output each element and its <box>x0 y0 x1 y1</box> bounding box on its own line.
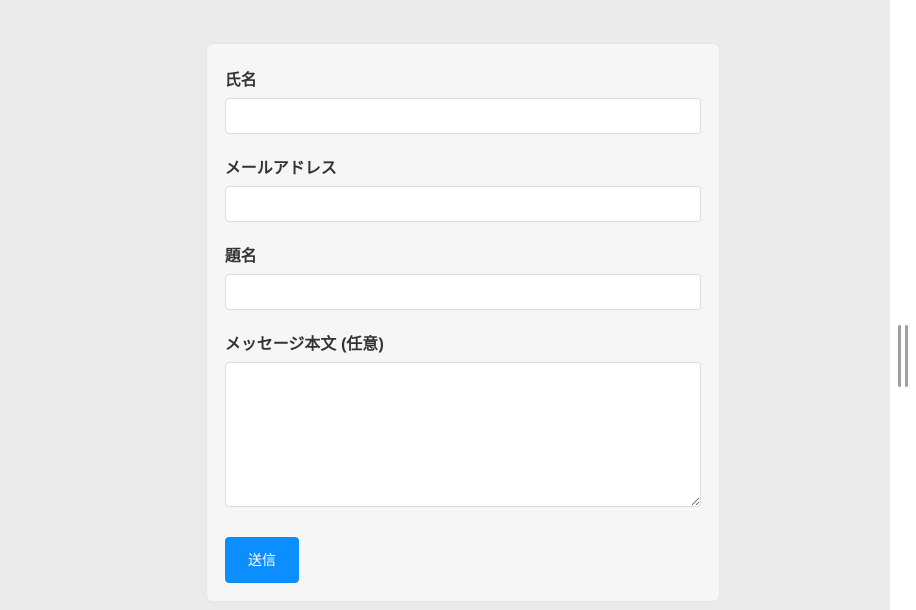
email-field-group: メールアドレス <box>225 154 701 222</box>
message-label: メッセージ本文 (任意) <box>225 330 701 354</box>
message-textarea[interactable] <box>225 362 701 507</box>
scroll-bar-line <box>905 325 908 387</box>
subject-label: 題名 <box>225 242 701 266</box>
right-margin <box>890 0 916 610</box>
name-input[interactable] <box>225 98 701 134</box>
email-label: メールアドレス <box>225 154 701 178</box>
submit-button[interactable]: 送信 <box>225 537 299 583</box>
name-label: 氏名 <box>225 66 701 90</box>
page-background: 氏名 メールアドレス 題名 メッセージ本文 (任意) 送信 <box>0 0 890 610</box>
contact-form-card: 氏名 メールアドレス 題名 メッセージ本文 (任意) 送信 <box>207 44 719 601</box>
subject-input[interactable] <box>225 274 701 310</box>
scroll-bar-line <box>898 325 901 387</box>
name-field-group: 氏名 <box>225 66 701 134</box>
email-input[interactable] <box>225 186 701 222</box>
scroll-handle-icon[interactable] <box>894 322 912 390</box>
subject-field-group: 題名 <box>225 242 701 310</box>
message-field-group: メッセージ本文 (任意) <box>225 330 701 512</box>
